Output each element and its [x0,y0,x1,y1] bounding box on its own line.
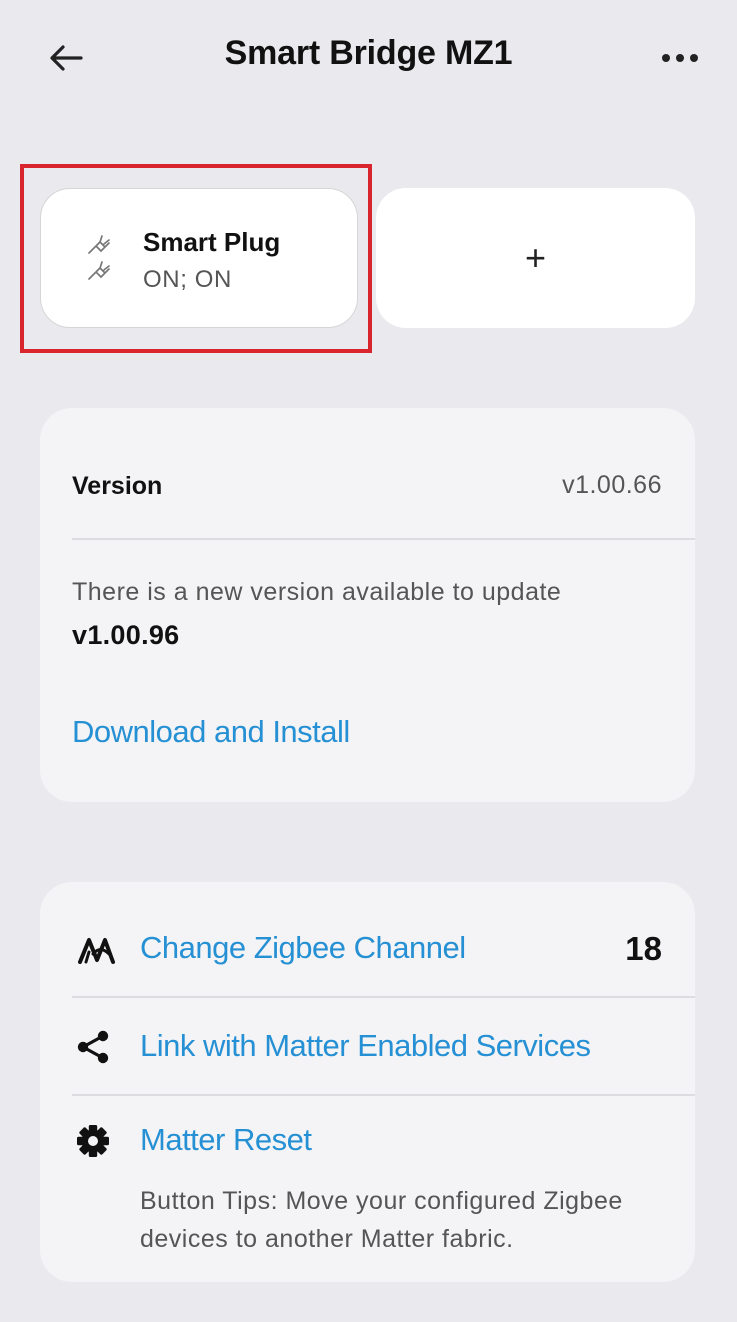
link-matter-services-link[interactable]: Link with Matter Enabled Services [140,1028,591,1064]
zigbee-icon [76,932,116,971]
plug-icon [87,231,115,286]
device-status: ON; ON [143,266,232,293]
divider [72,996,695,998]
version-label: Version [72,472,163,500]
device-name: Smart Plug [143,227,281,257]
download-install-link[interactable]: Download and Install [72,714,350,750]
zigbee-channel-value: 18 [625,930,662,967]
device-card-smart-plug[interactable]: Smart Plug ON; ON [40,188,358,328]
divider [72,1094,695,1096]
add-device-button[interactable]: + [376,188,695,328]
matter-settings-card: Change Zigbee Channel 18 Link with Matte… [40,882,695,1282]
current-version: v1.00.66 [562,471,662,499]
app-header: Smart Bridge MZ1 [0,0,737,115]
gear-icon [76,1124,110,1163]
page-title: Smart Bridge MZ1 [224,34,513,72]
change-zigbee-channel-link[interactable]: Change Zigbee Channel [140,930,466,966]
plus-icon: + [524,237,547,278]
button-tips: Button Tips: Move your configured Zigbee… [140,1187,623,1253]
divider [72,538,695,540]
update-message: There is a new version available to upda… [72,578,562,606]
version-card: Version v1.00.66 There is a new version … [40,408,695,802]
more-horizontal-icon [662,54,698,62]
matter-reset-link[interactable]: Matter Reset [140,1122,312,1158]
new-version: v1.00.96 [72,620,180,650]
share-icon [76,1030,110,1069]
more-options-button[interactable] [656,36,704,80]
